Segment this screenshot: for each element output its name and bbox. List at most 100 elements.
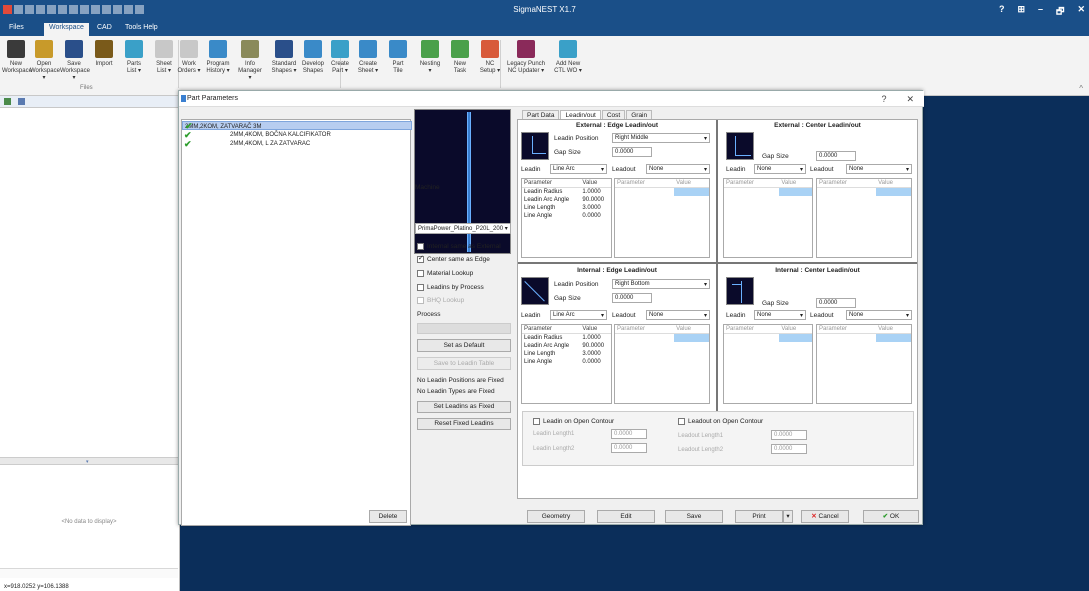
leadin-type-select[interactable]: Line Arc ▾	[550, 164, 607, 174]
ribbon-button-open-folder[interactable]: Open Workspace ▾	[30, 40, 60, 84]
leadins-by-process-checkbox[interactable]: Leadins by Process	[417, 284, 484, 291]
layout-icon[interactable]: ⊞	[1017, 4, 1025, 20]
ribbon-button-standard-shapes[interactable]: Standard Shapes ▾	[270, 40, 298, 84]
save-button[interactable]: Save	[665, 510, 723, 523]
collapse-ribbon-icon[interactable]: ^	[1079, 84, 1083, 93]
gap-size-input[interactable]: 0.0000	[612, 293, 652, 303]
gap-size-input[interactable]: 0.0000	[612, 147, 652, 157]
material-lookup-checkbox[interactable]: Material Lookup	[417, 270, 473, 277]
part-row[interactable]: ✔ 2MM,2KOM, ZATVARAČ 3M	[182, 121, 412, 131]
leadout-params-table[interactable]: Parameter Value	[614, 324, 710, 404]
leadin-params-table[interactable]: Parameter Value	[723, 178, 813, 258]
machine-select[interactable]: PrimaPower_Platino_P20L_200 ▾	[415, 223, 511, 234]
gap-size-input[interactable]: 0.0000	[816, 298, 856, 308]
ribbon-button-develop-shapes[interactable]: Develop Shapes	[299, 40, 327, 84]
ribbon-button-work-orders[interactable]: Work Orders ▾	[175, 40, 203, 84]
geometry-button[interactable]: Geometry	[527, 510, 585, 523]
leadin-open-contour-checkbox[interactable]: Leadin on Open Contour	[533, 418, 614, 425]
table-row[interactable]: Line Length 3.0000	[522, 204, 611, 212]
menu-tools-help[interactable]: Tools Help	[120, 23, 163, 36]
close-icon[interactable]: ✕	[906, 94, 914, 105]
help-icon[interactable]: ?	[881, 94, 886, 105]
table-row[interactable]: Line Angle 0.0000	[522, 358, 611, 366]
ribbon-button-dxf[interactable]: Import	[90, 40, 118, 84]
print-button[interactable]: Print	[735, 510, 783, 523]
menu-workspace[interactable]: Workspace	[44, 23, 89, 36]
leadout-length2-input[interactable]: 0.0000	[771, 444, 807, 454]
save-to-leadin-table-button[interactable]: Save to Leadin Table	[417, 357, 511, 370]
set-as-default-button[interactable]: Set as Default	[417, 339, 511, 352]
leadout-type-select[interactable]: None ▾	[646, 310, 710, 320]
ribbon-button-new-task[interactable]: New Task	[446, 40, 474, 84]
ribbon-button-nc-setup[interactable]: NC Setup ▾	[476, 40, 504, 84]
leadin-type-select[interactable]: None ▾	[754, 164, 806, 174]
leadout-type-select[interactable]: None ▾	[646, 164, 710, 174]
leadin-type-select[interactable]: Line Arc ▾	[550, 310, 607, 320]
leadout-params-table[interactable]: Parameter Value	[614, 178, 710, 258]
ribbon-button-legacy-punch[interactable]: Legacy Punch NC Updater ▾	[506, 40, 546, 84]
close-icon[interactable]: ✕	[1077, 4, 1085, 20]
leadout-params-table[interactable]: Parameter Value	[816, 178, 912, 258]
ribbon-button-create-part[interactable]: Create Part ▾	[326, 40, 354, 84]
print-dropdown-icon[interactable]: ▾	[783, 510, 793, 523]
edit-button[interactable]: Edit	[597, 510, 655, 523]
leadin-type-select[interactable]: None ▾	[754, 310, 806, 320]
ribbon-button-save-disk[interactable]: Save Workspace ▾	[60, 40, 90, 84]
minimize-icon[interactable]: –	[1038, 4, 1043, 20]
ribbon-button-parts-list[interactable]: Parts List ▾	[120, 40, 148, 84]
part-row[interactable]: ✔ 2MM,4KOM, BOČNA KALCIFIKATOR	[182, 131, 412, 140]
param-value[interactable]: 90.0000	[580, 196, 611, 204]
leadout-type-select[interactable]: None ▾	[846, 310, 912, 320]
ribbon-button-back-arrow[interactable]: New Workspace	[2, 40, 32, 84]
table-row[interactable]: Leadin Arc Angle 90.0000	[522, 196, 611, 204]
param-value[interactable]: 1.0000	[580, 334, 611, 343]
ribbon-button-nesting[interactable]: Nesting ▾	[416, 40, 444, 84]
ribbon-button-info-manager[interactable]: Info Manager ▾	[236, 40, 264, 84]
menu-files[interactable]: Files	[4, 23, 29, 36]
param-value[interactable]: 0.0000	[580, 212, 611, 220]
set-leadins-fixed-button[interactable]: Set Leadins as Fixed	[417, 401, 511, 413]
param-value[interactable]: 3.0000	[580, 204, 611, 212]
help-icon[interactable]: ?	[999, 4, 1005, 20]
ok-button[interactable]: ✔ OK	[863, 510, 919, 523]
leadout-length1-input[interactable]: 0.0000	[771, 430, 807, 440]
table-row[interactable]: Line Angle 0.0000	[522, 212, 611, 220]
pane-splitter[interactable]: ▾	[0, 457, 178, 465]
delete-button[interactable]: Delete	[369, 510, 407, 523]
bhq-lookup-checkbox[interactable]: BHQ Lookup	[417, 297, 464, 304]
restore-icon[interactable]: 🗗	[1056, 4, 1064, 20]
center-same-as-edge-checkbox[interactable]: Center same as Edge	[417, 254, 490, 263]
table-row[interactable]: Leadin Radius 1.0000	[522, 188, 611, 197]
cancel-button[interactable]: ✕ Cancel	[801, 510, 849, 523]
chevron-down-icon[interactable]: ▾	[86, 459, 89, 465]
part-row[interactable]: ✔ 2MM,4KOM, L ZA ZATVARAC	[182, 140, 412, 149]
leadin-position-select[interactable]: Right Bottom ▾	[612, 279, 710, 289]
leadout-params-table[interactable]: Parameter Value	[816, 324, 912, 404]
ribbon-button-add-ctl-wo[interactable]: Add New CTL WO ▾	[548, 40, 588, 84]
leadin-params-table[interactable]: Parameter Value	[723, 324, 813, 404]
param-value[interactable]: 90.0000	[580, 342, 611, 350]
table-row[interactable]: Leadin Radius 1.0000	[522, 334, 611, 343]
tree-icon[interactable]	[4, 98, 11, 105]
reset-fixed-leadins-button[interactable]: Reset Fixed Leadins	[417, 418, 511, 430]
table-row[interactable]: Line Length 3.0000	[522, 350, 611, 358]
param-value[interactable]: 3.0000	[580, 350, 611, 358]
part-list[interactable]: ✔ 2MM,2KOM, ZATVARAČ 3M ✔ 2MM,4KOM, BOČN…	[181, 119, 412, 526]
leadout-open-contour-checkbox[interactable]: Leadout on Open Contour	[678, 418, 763, 425]
gap-size-input[interactable]: 0.0000	[816, 151, 856, 161]
list-icon[interactable]	[18, 98, 25, 105]
ribbon-button-sheet-list[interactable]: Sheet List ▾	[150, 40, 178, 84]
ribbon-button-create-sheet[interactable]: Create Sheet ▾	[354, 40, 382, 84]
param-value[interactable]: 0.0000	[580, 358, 611, 366]
ribbon-button-program-history[interactable]: Program History ▾	[204, 40, 232, 84]
process-select[interactable]	[417, 323, 511, 334]
internal-same-as-external-checkbox[interactable]: Internal same as External	[417, 243, 501, 250]
ribbon-button-part-tile[interactable]: Part Tile	[384, 40, 412, 84]
leadout-type-select[interactable]: None ▾	[846, 164, 912, 174]
leadin-length2-input[interactable]: 0.0000	[611, 443, 647, 453]
leadin-position-select[interactable]: Right Middle ▾	[612, 133, 710, 143]
leadin-length1-input[interactable]: 0.0000	[611, 429, 647, 439]
param-value[interactable]: 1.0000	[580, 188, 611, 197]
leadin-params-table[interactable]: Parameter Value Leadin Radius 1.0000 Leadi…	[521, 178, 612, 258]
leadin-params-table[interactable]: Parameter Value Leadin Radius 1.0000 Leadi…	[521, 324, 612, 404]
